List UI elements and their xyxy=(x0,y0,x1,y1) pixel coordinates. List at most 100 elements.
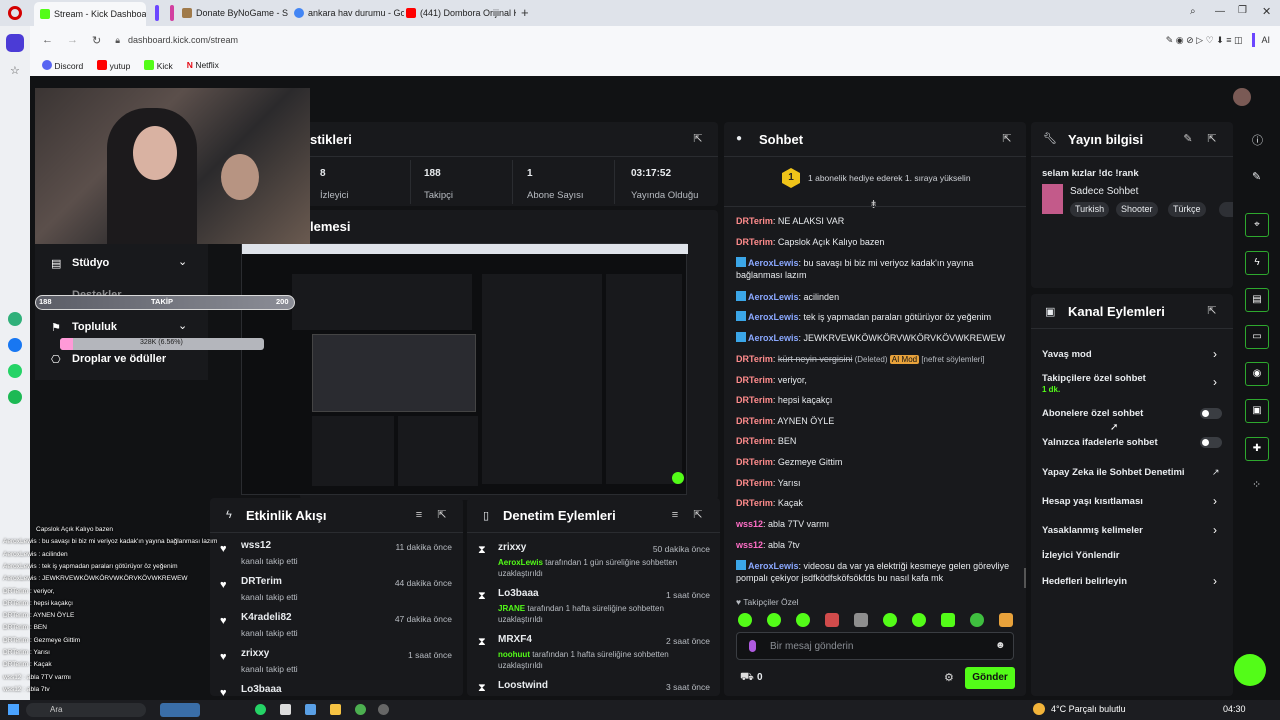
star-icon[interactable]: ☆ xyxy=(10,64,20,77)
emote-icon[interactable] xyxy=(883,613,897,627)
collapse-icon[interactable]: ⇟ xyxy=(869,198,878,211)
expand-icon[interactable]: ⇱ xyxy=(692,133,704,145)
channel-icon[interactable]: ▣ xyxy=(1245,399,1269,423)
chat-username[interactable]: DRTerim xyxy=(736,375,773,385)
bookmark-kick[interactable]: Kick xyxy=(144,59,173,71)
spotify-icon[interactable] xyxy=(8,390,22,404)
taskbar-search[interactable]: Ara xyxy=(26,703,146,717)
chevron-right-icon[interactable]: › xyxy=(1213,375,1217,389)
opera-logo-icon[interactable] xyxy=(8,6,22,20)
chat-username[interactable]: DRTerim xyxy=(736,237,773,247)
nav-community[interactable]: Topluluk xyxy=(72,321,117,333)
send-button[interactable]: Gönder xyxy=(965,667,1015,689)
external-link-icon[interactable]: ↗ xyxy=(1212,467,1220,478)
filter-icon[interactable]: ≡ xyxy=(669,509,681,521)
chat-scrollbar[interactable] xyxy=(1024,568,1026,588)
pencil-icon[interactable]: ✎ xyxy=(1252,170,1261,183)
chatgpt-icon[interactable] xyxy=(8,312,22,326)
gift-icon[interactable]: ⛟ xyxy=(740,671,754,685)
emote-icon[interactable] xyxy=(825,613,839,627)
emote-icon[interactable] xyxy=(767,613,781,627)
tab-kick-dashboard[interactable]: Stream - Kick Dashboard xyxy=(34,2,146,26)
search-tabs-icon[interactable]: ⌕ xyxy=(1190,6,1196,17)
messenger-icon[interactable] xyxy=(8,338,22,352)
stream-category[interactable]: Sadece Sohbet xyxy=(1070,186,1138,197)
expand-icon[interactable]: ⇱ xyxy=(436,509,448,521)
activity-user[interactable]: K4radeli82 xyxy=(241,612,292,626)
document-icon[interactable]: ▤ xyxy=(1245,288,1269,312)
tag-chip[interactable]: Shooter xyxy=(1116,202,1158,217)
chat-username[interactable]: wss12 xyxy=(736,519,763,529)
nav-drops[interactable]: Droplar ve ödüller xyxy=(72,353,166,365)
clip-icon[interactable]: ⌖ xyxy=(1245,213,1269,237)
wrench-icon[interactable]: ✚ xyxy=(1245,437,1269,461)
toggle-switch[interactable] xyxy=(1200,437,1222,448)
broadcast-icon[interactable]: ◉ xyxy=(1245,362,1269,386)
chevron-down-icon[interactable]: ⌄ xyxy=(178,255,187,268)
whatsapp-icon[interactable] xyxy=(8,364,22,378)
start-icon[interactable] xyxy=(8,704,19,715)
chat-username[interactable]: DRTerim xyxy=(736,395,773,405)
emote-icon[interactable] xyxy=(941,613,955,627)
info-icon[interactable]: ⓘ xyxy=(1252,132,1263,148)
chat-username[interactable]: AeroxLewis xyxy=(748,258,799,268)
chat-username[interactable]: AeroxLewis xyxy=(748,333,799,343)
widgets-icon[interactable] xyxy=(160,703,200,717)
chevron-right-icon[interactable]: › xyxy=(1213,523,1217,537)
activity-user[interactable]: DRTerim xyxy=(241,576,282,590)
expand-icon[interactable]: ⇱ xyxy=(1206,305,1218,317)
restore-icon[interactable]: ❐ xyxy=(1238,5,1247,16)
chat-username[interactable]: DRTerim xyxy=(736,436,773,446)
moderation-user[interactable]: zrixxy xyxy=(498,542,526,553)
minimize-icon[interactable]: — xyxy=(1215,6,1225,17)
edit-icon[interactable]: ✎ xyxy=(1182,133,1194,145)
apps-icon[interactable]: ⁘ xyxy=(1252,478,1261,491)
chat-username[interactable]: DRTerim xyxy=(736,457,773,467)
moderation-user[interactable]: MRXF4 xyxy=(498,634,532,645)
chat-username[interactable]: DRTerim xyxy=(736,498,773,508)
emoji-icon[interactable]: ☻ xyxy=(995,640,1006,651)
emote-icon[interactable] xyxy=(970,613,984,627)
app-taskbar-icon[interactable] xyxy=(305,704,316,715)
expand-icon[interactable]: ⇱ xyxy=(1001,133,1013,145)
lightning-icon[interactable]: ϟ xyxy=(1245,251,1269,275)
tab-youtube[interactable]: (441) Dombora Orijinal Kli xyxy=(406,4,516,22)
moderation-user[interactable]: Lo3baaa xyxy=(498,588,539,599)
chrome-taskbar-icon[interactable] xyxy=(355,704,366,715)
bookmark-discord[interactable]: Discord xyxy=(42,59,83,71)
chevron-right-icon[interactable]: › xyxy=(1213,494,1217,508)
activity-user[interactable]: Lo3baaa xyxy=(241,684,282,692)
chevron-down-icon[interactable]: ⌄ xyxy=(178,319,187,332)
chat-username[interactable]: wss12 xyxy=(736,540,763,550)
gear-icon[interactable]: ⚙ xyxy=(944,671,954,684)
tag-chip[interactable]: Türkçe xyxy=(1168,202,1206,217)
emote-icon[interactable] xyxy=(796,613,810,627)
bookmark-netflix[interactable]: N Netflix xyxy=(187,60,219,70)
chat-username[interactable]: DRTerim xyxy=(736,354,773,364)
clock[interactable]: 04:30 xyxy=(1223,704,1246,714)
avatar[interactable] xyxy=(1233,88,1251,106)
url-field[interactable]: dashboard.kick.com/stream xyxy=(128,35,238,45)
chat-username[interactable]: DRTerim xyxy=(736,478,773,488)
back-icon[interactable]: ← xyxy=(42,34,53,46)
forward-icon[interactable]: → xyxy=(67,34,78,46)
chat-username[interactable]: AeroxLewis xyxy=(748,292,799,302)
toolbar-icons[interactable]: ✎ ◉ ⊘ ▷ ♡ ⬇ ≡ ◫ xyxy=(1166,35,1243,46)
notes-taskbar-icon[interactable] xyxy=(280,704,291,715)
whatsapp-taskbar-icon[interactable] xyxy=(255,704,266,715)
obs-taskbar-icon[interactable] xyxy=(378,704,389,715)
stream-preview-video[interactable] xyxy=(241,243,688,495)
emote-icon[interactable] xyxy=(738,613,752,627)
home-icon[interactable] xyxy=(6,34,24,52)
chat-username[interactable]: DRTerim xyxy=(736,416,773,426)
weather-text[interactable]: 4°C Parçalı bulutlu xyxy=(1051,704,1126,714)
activity-user[interactable]: zrixxy xyxy=(241,648,269,662)
bookmark-youtube[interactable]: yutup xyxy=(97,59,130,71)
filter-icon[interactable]: ≡ xyxy=(413,509,425,521)
floating-action-button[interactable] xyxy=(1234,654,1266,686)
microphone-icon[interactable] xyxy=(749,640,756,652)
expand-icon[interactable]: ⇱ xyxy=(1206,133,1218,145)
tag-chip[interactable]: Turkish xyxy=(1070,202,1110,217)
emote-icon[interactable] xyxy=(999,613,1013,627)
chevron-right-icon[interactable]: › xyxy=(1213,347,1217,361)
